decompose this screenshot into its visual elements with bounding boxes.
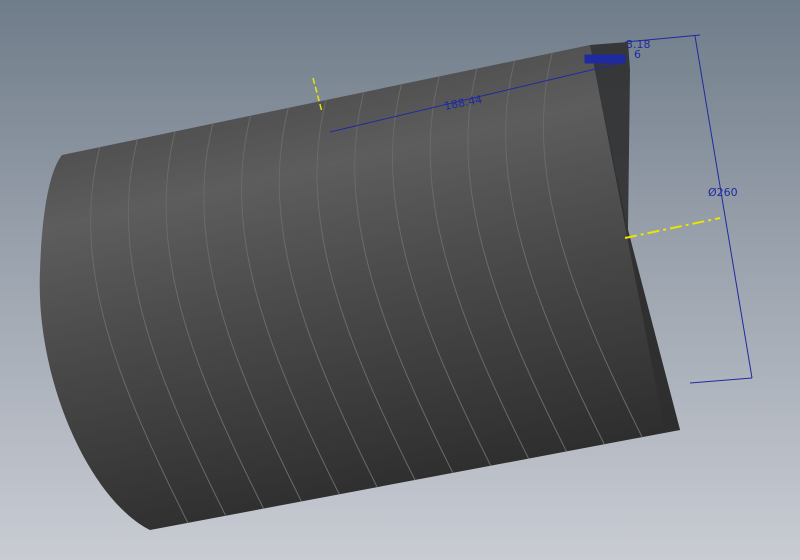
model-canvas[interactable]: 3.18 6 188.44 Ø260 xyxy=(0,0,800,560)
cad-viewport[interactable]: 3.18 6 188.44 Ø260 xyxy=(0,0,800,560)
dimension-diameter[interactable]: Ø260 xyxy=(708,186,738,199)
axis-line xyxy=(624,217,721,239)
cylinder-body[interactable] xyxy=(39,45,680,530)
dimension-small[interactable]: 6 xyxy=(634,48,641,61)
